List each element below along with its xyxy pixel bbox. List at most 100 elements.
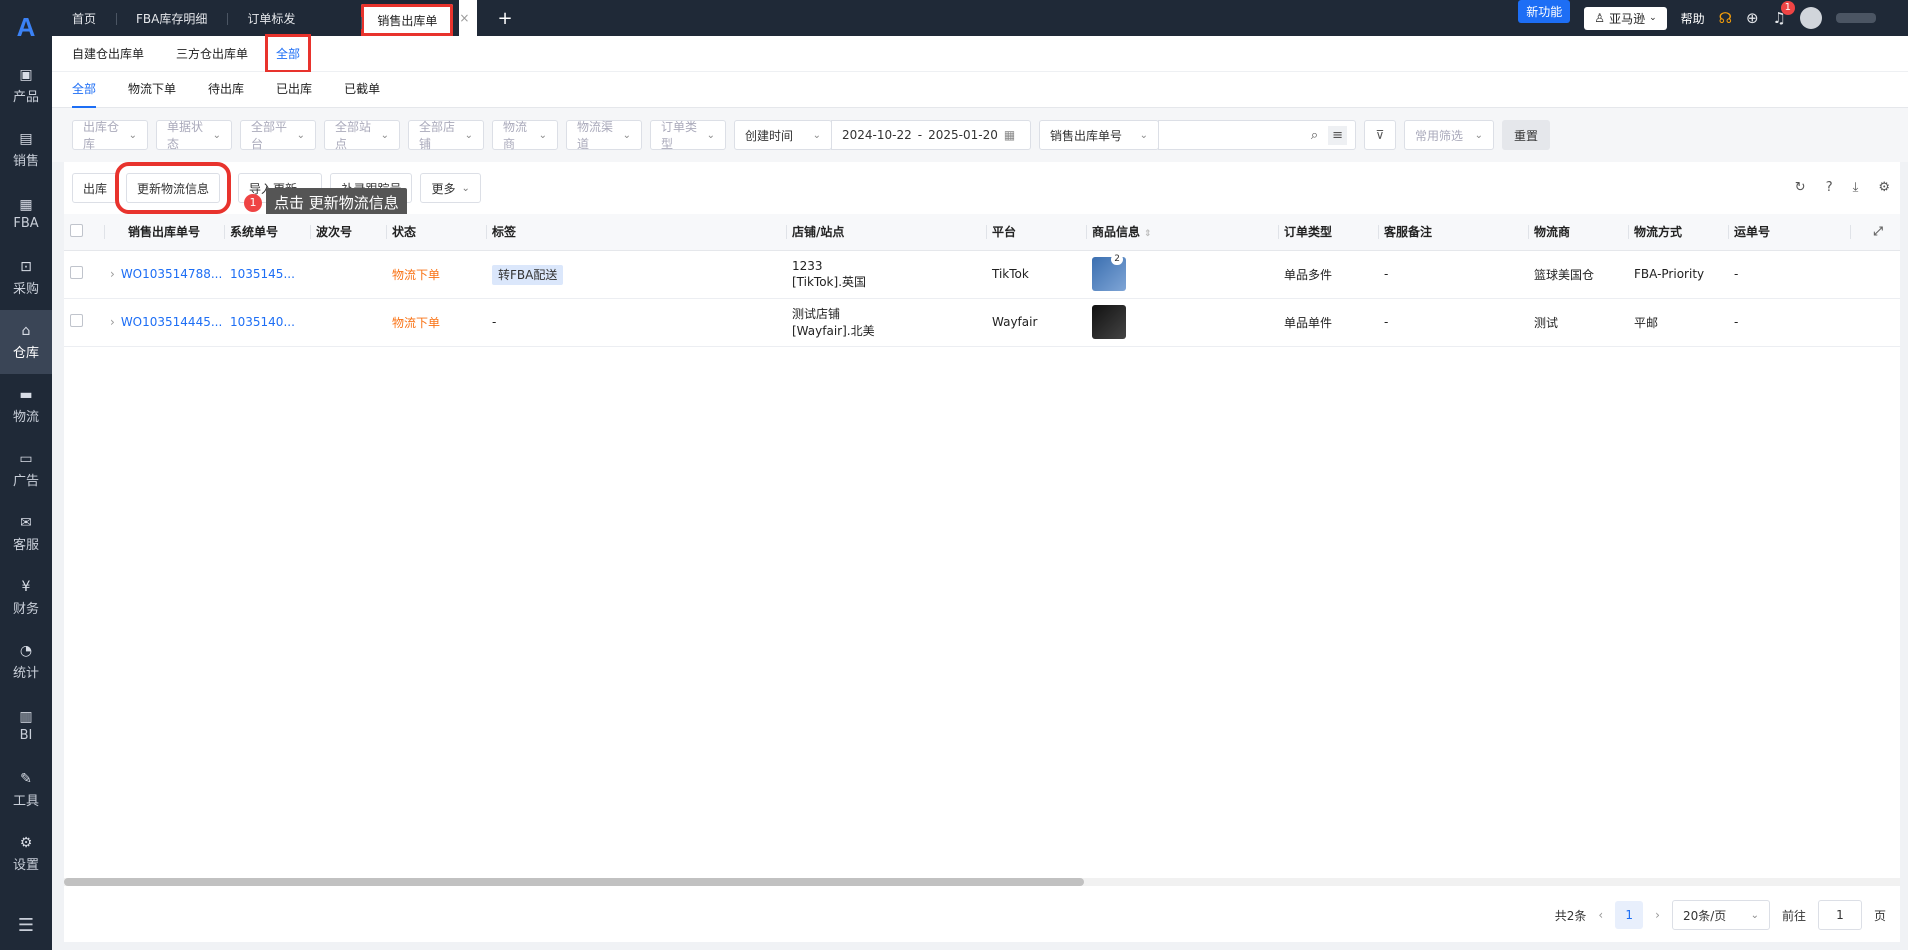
scrollbar-thumb[interactable] bbox=[64, 878, 1084, 886]
status-tab-all[interactable]: 全部 bbox=[72, 72, 97, 108]
avatar[interactable] bbox=[1800, 7, 1822, 29]
status-tab-logistics[interactable]: 物流下单 bbox=[128, 72, 176, 108]
sidebar-item-12[interactable]: ⚙ 设置 bbox=[0, 822, 52, 886]
add-tab-icon[interactable]: + bbox=[483, 0, 526, 36]
outbound-button[interactable]: 出库 bbox=[72, 173, 119, 203]
filter-select-4[interactable]: 全部店铺 ⌄ bbox=[408, 120, 484, 151]
settings-icon[interactable]: ⚙ bbox=[1878, 180, 1890, 195]
sidebar-item-label: 统计 bbox=[12, 666, 39, 681]
more-button[interactable]: 更多 ⌄ bbox=[420, 173, 481, 203]
wave-cell bbox=[310, 298, 386, 347]
prev-page-icon[interactable]: ‹ bbox=[1598, 908, 1603, 922]
order-no-link[interactable]: WO103514788... bbox=[121, 267, 222, 281]
expand-row-icon[interactable]: › bbox=[110, 267, 115, 281]
help-link[interactable]: 帮助 bbox=[1681, 10, 1705, 27]
sidebar-item-6[interactable]: ▭ 广告 bbox=[0, 438, 52, 502]
sidebar-item-0[interactable]: ▣ 产品 bbox=[0, 54, 52, 118]
bell-icon[interactable]: ♫ 1 bbox=[1773, 1, 1795, 27]
select-all-checkbox[interactable] bbox=[70, 223, 83, 237]
status-tab-pending[interactable]: 待出库 bbox=[208, 72, 244, 108]
search-input[interactable]: ⌕ ≡ bbox=[1158, 120, 1356, 150]
update-logistics-button[interactable]: 更新物流信息 bbox=[115, 162, 232, 214]
tab-sales-outbound[interactable]: 销售出库单 bbox=[361, 4, 454, 36]
sys-no-link[interactable]: 1035145... bbox=[224, 250, 310, 299]
export-icon[interactable]: ⤓ bbox=[1853, 180, 1859, 195]
warehouse-type-nav: 自建仓出库单 三方仓出库单 全部 bbox=[52, 34, 1908, 73]
page-size-select[interactable]: 20条/页 ⌄ bbox=[1671, 900, 1770, 930]
sidebar-item-1[interactable]: ▤ 销售 bbox=[0, 118, 52, 182]
row-checkbox[interactable] bbox=[70, 266, 83, 279]
sidebar-item-2[interactable]: ▦ FBA bbox=[0, 182, 52, 246]
filter-select-1[interactable]: 单据状态 ⌄ bbox=[156, 120, 232, 151]
table-row[interactable]: › WO103514788... 1035145... 物流下单 转FBA配送 1233[… bbox=[64, 250, 1900, 299]
table-row[interactable]: › WO103514445... 1035140... 物流下单 - 测试店铺 [Wayfa… bbox=[64, 298, 1900, 347]
product-cell[interactable]: 2 bbox=[1086, 250, 1278, 299]
filter-select-3[interactable]: 全部站点 ⌄ bbox=[324, 120, 400, 151]
sidebar-item-label: 采购 bbox=[12, 282, 39, 297]
status-tab-shipped[interactable]: 已出库 bbox=[276, 72, 312, 108]
filter-select-7[interactable]: 订单类型 ⌄ bbox=[650, 120, 726, 151]
common-filter-select[interactable]: 常用筛选 ⌄ bbox=[1404, 120, 1494, 150]
support-icon[interactable]: ☊ bbox=[1719, 9, 1732, 27]
chevron-down-icon: ⌄ bbox=[461, 182, 470, 194]
page-number[interactable]: 1 bbox=[1615, 901, 1644, 929]
search-type-select[interactable]: 销售出库单号 ⌄ bbox=[1039, 120, 1159, 150]
column-expand-icon[interactable]: ⤢ bbox=[1850, 214, 1900, 251]
product-cell[interactable] bbox=[1086, 298, 1278, 347]
sort-icon[interactable]: ⇕ bbox=[1144, 229, 1152, 239]
col-tag: 标签 bbox=[486, 214, 786, 251]
search-icon[interactable]: ⌕ bbox=[1311, 128, 1318, 143]
select-all-header[interactable] bbox=[64, 214, 104, 251]
time-type-select[interactable]: 创建时间 ⌄ bbox=[734, 120, 832, 150]
goto-page-input[interactable]: 1 bbox=[1817, 900, 1862, 930]
filter-select-5[interactable]: 物流商 ⌄ bbox=[492, 120, 558, 151]
next-page-icon[interactable]: › bbox=[1655, 908, 1660, 922]
download-icon[interactable]: ⊕ bbox=[1746, 9, 1759, 27]
app-logo[interactable]: A bbox=[0, 0, 52, 54]
sidebar-item-5[interactable]: ▬ 物流 bbox=[0, 374, 52, 438]
sidebar-item-8[interactable]: ¥ 财务 bbox=[0, 566, 52, 630]
marketplace-select[interactable]: ♙ 亚马逊 ⌄ bbox=[1584, 6, 1667, 30]
filter-select-6[interactable]: 物流渠道 ⌄ bbox=[566, 120, 642, 151]
menu-collapse-icon[interactable]: ☰ bbox=[0, 915, 52, 936]
new-feature-badge[interactable]: 新功能 bbox=[1518, 0, 1571, 23]
tab-close-icon[interactable]: × bbox=[459, 0, 478, 36]
row-checkbox[interactable] bbox=[70, 314, 83, 327]
sidebar-item-10[interactable]: ▥ BI bbox=[0, 694, 52, 758]
sidebar-item-11[interactable]: ✎ 工具 bbox=[0, 758, 52, 822]
help-circle-icon[interactable]: ? bbox=[1826, 180, 1833, 195]
sidebar-item-3[interactable]: ⊡ 采购 bbox=[0, 246, 52, 310]
product-thumbnail[interactable] bbox=[1092, 305, 1126, 339]
filter-select-2[interactable]: 全部平台 ⌄ bbox=[240, 120, 316, 151]
wrench-icon: ✎ bbox=[20, 771, 32, 787]
status-tab-cutoff[interactable]: 已截单 bbox=[344, 72, 380, 108]
subnav-self-warehouse[interactable]: 自建仓出库单 bbox=[72, 45, 144, 62]
advanced-filter-icon[interactable]: ⊽ bbox=[1364, 120, 1396, 150]
refresh-icon[interactable]: ↻ bbox=[1795, 180, 1806, 195]
col-carrier: 物流商 bbox=[1528, 214, 1628, 251]
tab-fba-inventory[interactable]: FBA库存明细 bbox=[116, 0, 227, 36]
sidebar-item-4[interactable]: ⌂ 仓库 bbox=[0, 310, 52, 374]
col-product[interactable]: 商品信息 ⇕ bbox=[1086, 214, 1278, 251]
sys-no-link[interactable]: 1035140... bbox=[224, 298, 310, 347]
chevron-down-icon: ⌄ bbox=[1750, 909, 1759, 921]
tab-order-mark[interactable]: 订单标发 bbox=[227, 0, 315, 36]
subnav-third-party[interactable]: 三方仓出库单 bbox=[176, 45, 248, 62]
sidebar-item-9[interactable]: ◔ 统计 bbox=[0, 630, 52, 694]
date-range-picker[interactable]: 2024-10-22-2025-01-20 ▦ bbox=[831, 120, 1031, 150]
expand-row-icon[interactable]: › bbox=[110, 315, 115, 329]
order-no-link[interactable]: WO103514445... bbox=[121, 315, 222, 329]
sidebar-item-7[interactable]: ✉ 客服 bbox=[0, 502, 52, 566]
horizontal-scrollbar[interactable] bbox=[64, 878, 1900, 886]
filter-select-0[interactable]: 出库仓库 ⌄ bbox=[72, 120, 148, 151]
batch-search-icon[interactable]: ≡ bbox=[1328, 125, 1347, 145]
filter-bar: 出库仓库 ⌄ 单据状态 ⌄ 全部平台 ⌄ 全部站点 ⌄ 全部店铺 ⌄ 物流商 ⌄ 物流渠道 ⌄ 订单类型 ⌄ … bbox=[52, 108, 1908, 162]
subnav-all[interactable]: 全部 bbox=[265, 34, 312, 73]
waybill-cell: - bbox=[1728, 298, 1850, 347]
content-panel: 出库 更新物流信息 导入更新⌄ 补录跟踪号 更多⌄ 1 点击 更新物流信息 ↻ … bbox=[64, 162, 1900, 942]
tab-home[interactable]: 首页 bbox=[52, 0, 116, 36]
product-thumbnail[interactable]: 2 bbox=[1092, 254, 1126, 291]
sidebar-item-label: 广告 bbox=[12, 474, 39, 489]
order-type-cell: 单品单件 bbox=[1278, 298, 1378, 347]
reset-button[interactable]: 重置 bbox=[1502, 120, 1551, 150]
